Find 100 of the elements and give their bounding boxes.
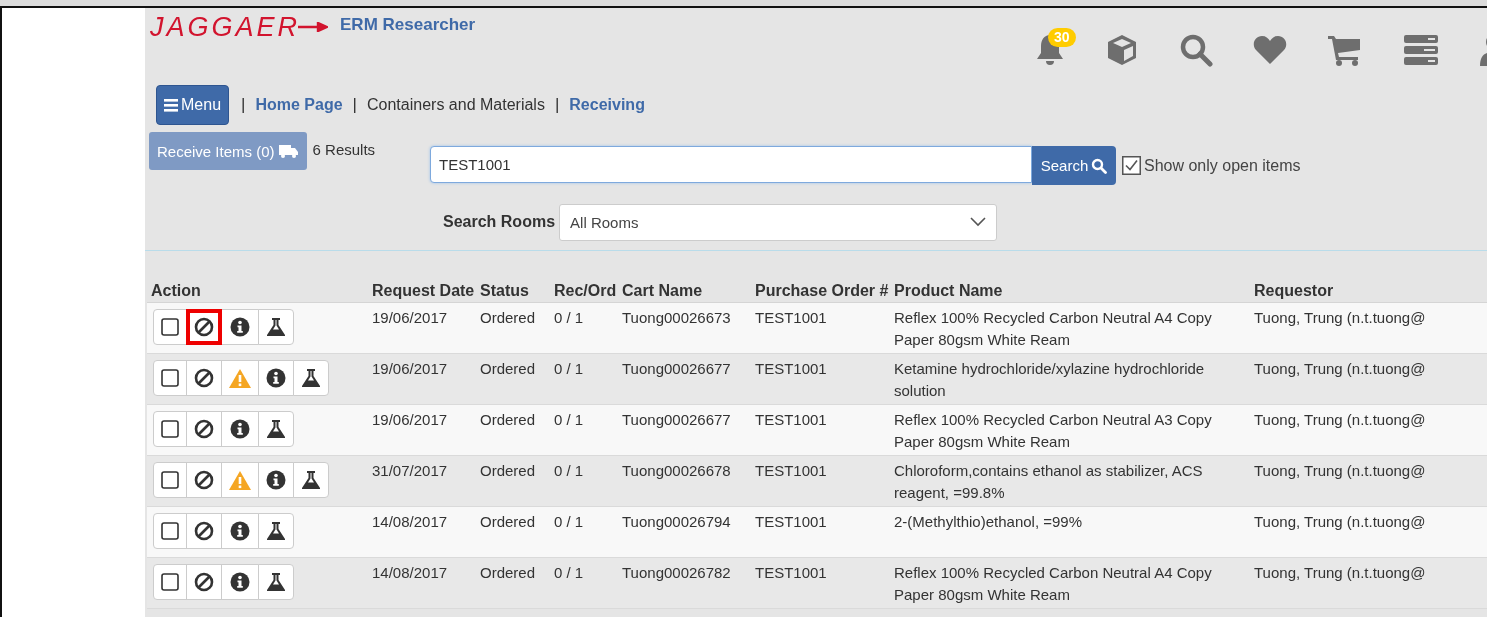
cancel-button[interactable] (186, 360, 222, 396)
table-cell: Tuong00026794 (622, 513, 731, 530)
table-cell: 2-(Methylthio)ethanol, =99% (894, 513, 1083, 530)
server-icon[interactable] (1403, 34, 1439, 66)
table-cell: Tuong00026673 (622, 309, 731, 326)
logo: JAGGAER (150, 13, 329, 41)
table-cell: 0 / 1 (554, 411, 584, 428)
flask-icon (266, 317, 286, 337)
table-cell: 19/06/2017 (372, 309, 448, 326)
table-cell: Tuong00026677 (622, 360, 731, 377)
table-cell: Tuong00026678 (622, 462, 731, 479)
checkbox[interactable] (161, 318, 179, 336)
column-header: Product Name (894, 281, 1003, 299)
info-icon (230, 317, 250, 337)
search-icon (1091, 157, 1108, 174)
table-cell: Ordered (480, 564, 536, 581)
cancel-button[interactable] (186, 513, 222, 549)
flask-icon (266, 521, 286, 541)
info-button[interactable] (221, 564, 259, 600)
flask-button[interactable] (258, 513, 294, 549)
checkbox[interactable] (161, 369, 179, 387)
warning-icon (228, 367, 252, 389)
table-cell: 0 / 1 (554, 360, 584, 377)
table-cell: Tuong, Trung (n.t.tuong@ (1254, 309, 1426, 326)
flask-icon (266, 419, 286, 439)
breadcrumb-separator: | (241, 95, 246, 115)
table-cell: Ordered (480, 462, 536, 479)
chevron-down-icon (970, 217, 987, 227)
column-header: Rec/Ord (554, 281, 617, 299)
heart-icon[interactable] (1253, 34, 1287, 66)
info-button[interactable] (221, 411, 259, 447)
search-field[interactable]: TEST1001 (430, 146, 1032, 183)
column-header: Action (151, 281, 201, 299)
table-cell: Tuong00026782 (622, 564, 731, 581)
table-cell: Tuong, Trung (n.t.tuong@ (1254, 360, 1426, 377)
prohibited-icon (194, 317, 214, 337)
info-button[interactable] (258, 462, 294, 498)
table-cell: 0 / 1 (554, 462, 584, 479)
table-cell: 19/06/2017 (372, 411, 448, 428)
table-cell: 14/08/2017 (372, 513, 448, 530)
table-cell: Tuong, Trung (n.t.tuong@ (1254, 411, 1426, 428)
table-cell: Tuong, Trung (n.t.tuong@ (1254, 462, 1426, 479)
info-button[interactable] (258, 360, 294, 396)
flask-button[interactable] (293, 462, 329, 498)
table-cell: Tuong, Trung (n.t.tuong@ (1254, 564, 1426, 581)
table-cell: Reflex 100% Recycled Carbon Neutral A4 Copy Paper 80gsm White Ream (894, 564, 1212, 603)
menu-button[interactable]: Menu (156, 85, 230, 125)
table-cell: Ketamine hydrochloride/xylazine hydrochloride solution (894, 360, 1205, 399)
checkbox-label: Show only open items (1144, 156, 1301, 175)
flask-button[interactable] (258, 411, 294, 447)
info-button[interactable] (221, 309, 259, 345)
flask-button[interactable] (258, 309, 294, 345)
search-button[interactable]: Search (1032, 146, 1116, 185)
cancel-button[interactable] (186, 411, 222, 447)
table-cell: Tuong, Trung (n.t.tuong@ (1254, 513, 1426, 530)
breadcrumb-separator: | (352, 95, 357, 115)
flask-button[interactable] (258, 564, 294, 600)
table-cell: TEST1001 (755, 564, 827, 581)
checkbox[interactable] (161, 471, 179, 489)
breadcrumb-link[interactable]: Receiving (569, 96, 645, 114)
breadcrumb-link[interactable]: Home Page (255, 96, 343, 114)
table-cell: Tuong00026677 (622, 411, 731, 428)
checkbox[interactable] (161, 420, 179, 438)
info-button[interactable] (221, 513, 259, 549)
search-icon[interactable] (1179, 33, 1213, 67)
info-icon (266, 368, 286, 388)
info-icon (230, 521, 250, 541)
cancel-button[interactable] (186, 462, 222, 498)
cancel-button[interactable] (186, 309, 222, 345)
cart-icon[interactable] (1327, 33, 1363, 67)
table-cell: Ordered (480, 360, 536, 377)
info-icon (266, 470, 286, 490)
flask-button[interactable] (293, 360, 329, 396)
checkbox[interactable] (161, 522, 179, 540)
column-header: Cart Name (622, 281, 703, 299)
search-rooms-label: Search Rooms (443, 213, 556, 231)
checkbox[interactable] (1122, 156, 1141, 175)
table-cell: 0 / 1 (554, 513, 584, 530)
cancel-button[interactable] (186, 564, 222, 600)
table-cell: 14/08/2017 (372, 564, 448, 581)
table-cell: TEST1001 (755, 360, 827, 377)
info-icon (230, 572, 250, 592)
prohibited-icon (194, 419, 214, 439)
table-cell: Reflex 100% Recycled Carbon Neutral A3 Copy Paper 80gsm White Ream (894, 411, 1212, 450)
table-cell: 31/07/2017 (372, 462, 448, 479)
prohibited-icon (194, 572, 214, 592)
table-cell: TEST1001 (755, 309, 827, 326)
cube-icon[interactable] (1105, 33, 1139, 67)
column-header: Request Date (372, 281, 475, 299)
info-icon (230, 419, 250, 439)
table-cell: TEST1001 (755, 513, 827, 530)
menu-icon (164, 99, 178, 112)
warning-icon (228, 469, 252, 491)
flask-icon (301, 470, 321, 490)
rooms-dropdown[interactable]: All Rooms (559, 203, 998, 241)
table-cell: 19/06/2017 (372, 360, 448, 377)
checkbox[interactable] (161, 573, 179, 591)
notification-badge: 30 (1048, 28, 1076, 47)
results-count: 6 Results (312, 141, 376, 158)
receive-items-button[interactable]: Receive Items (0) (149, 132, 307, 170)
